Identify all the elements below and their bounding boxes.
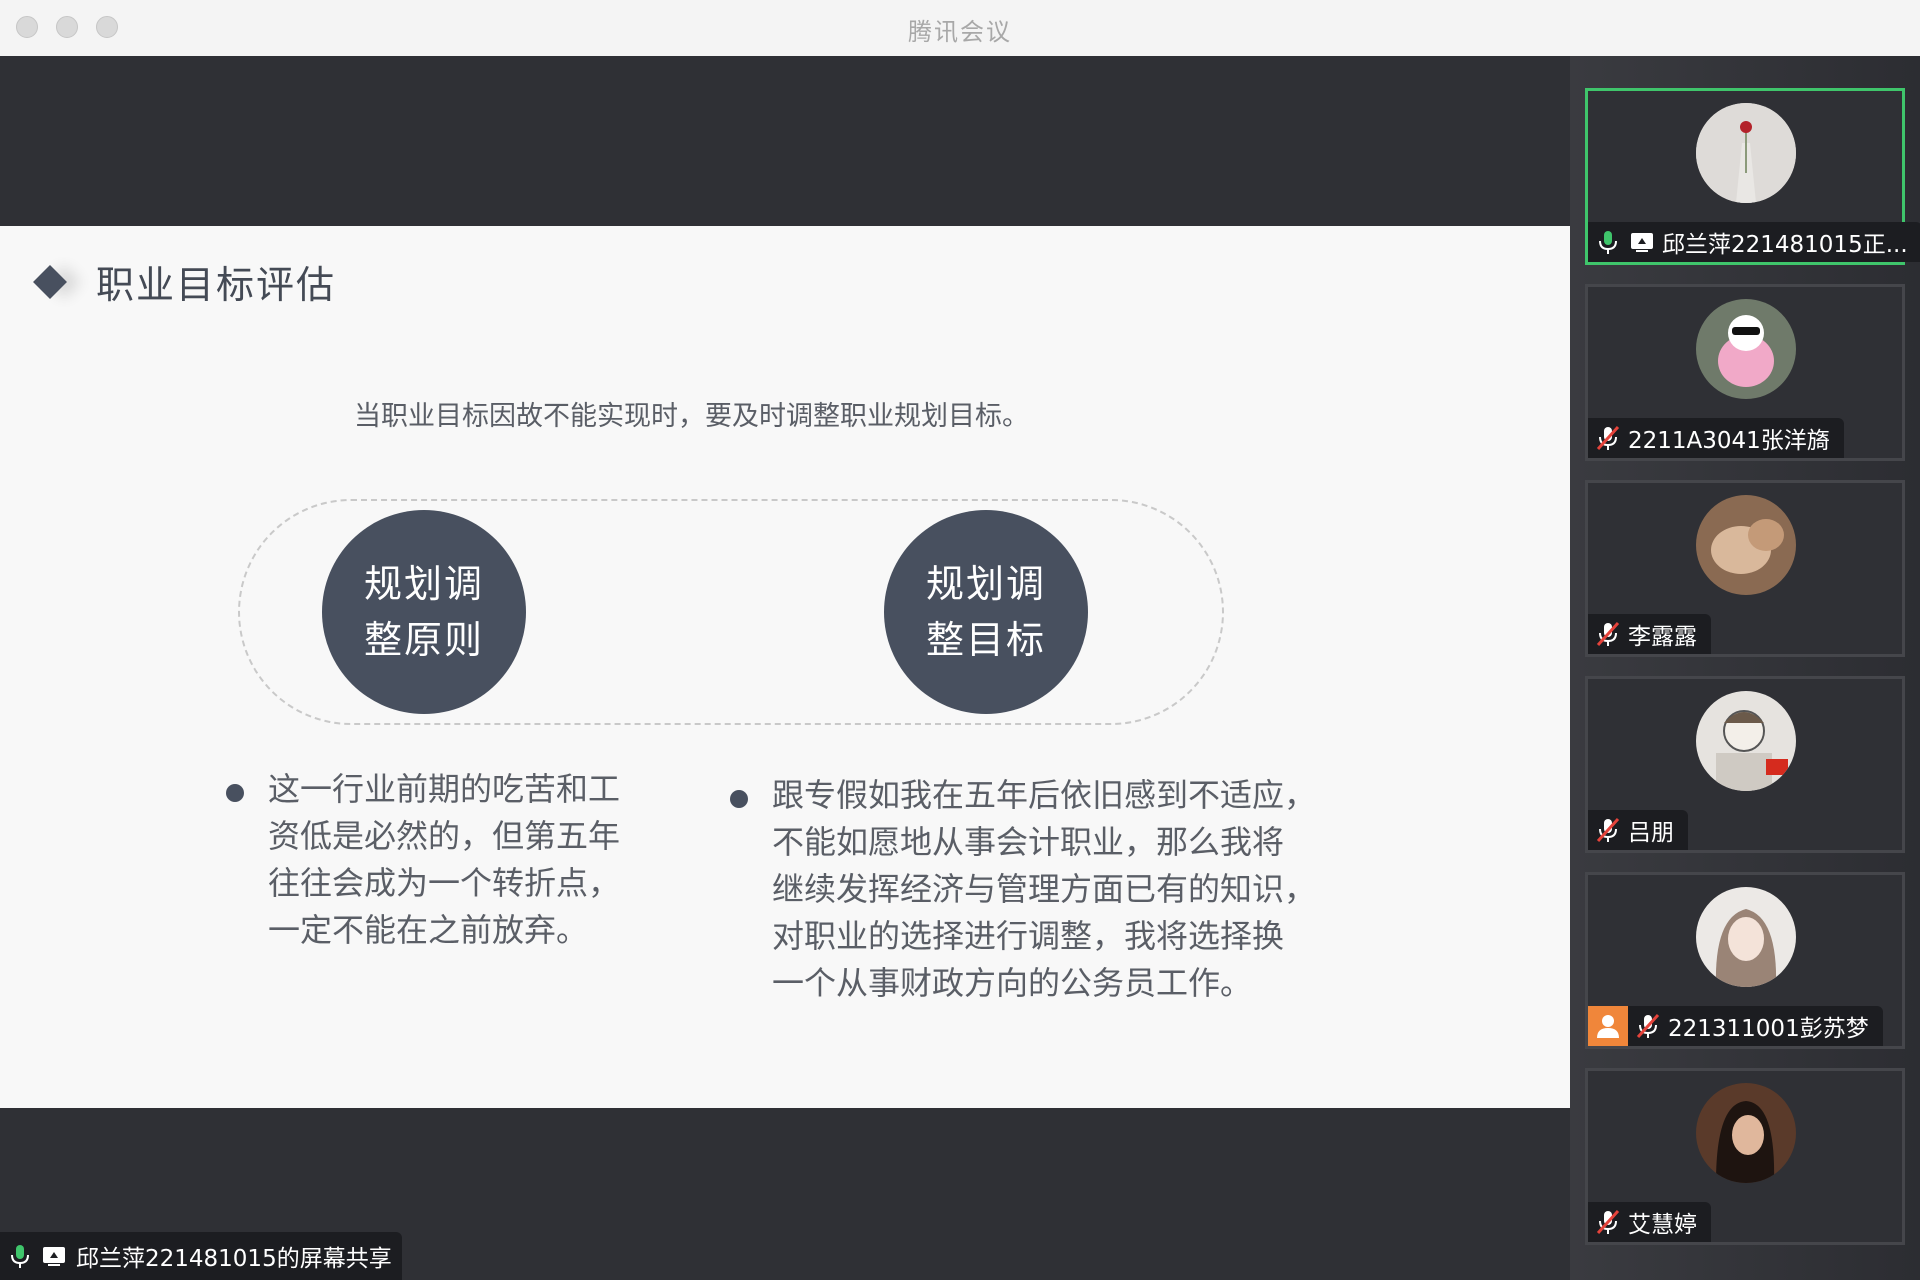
mic-muted-icon: [1596, 425, 1620, 451]
mic-on-icon: [1599, 231, 1617, 254]
participant-name: 邱兰萍221481015正...: [1662, 232, 1908, 258]
mic-muted-icon: [1596, 1209, 1620, 1235]
bullet-line: 往往会成为一个转折点，: [268, 864, 621, 902]
bullet-left: 这一行业前期的吃苦和工 资低是必然的，但第五年 往往会成为一个转折点， 一定不能…: [226, 766, 620, 954]
circle-label: 规划调整目标: [925, 562, 1046, 662]
avatar: [1696, 1083, 1796, 1183]
avatar: [1696, 887, 1796, 987]
window-title: 腾讯会议: [908, 18, 1012, 46]
mic-on-icon: [11, 1245, 29, 1268]
participant-name-bar: 李露露: [1588, 614, 1711, 654]
bullet-line: 资低是必然的，但第五年: [268, 817, 621, 855]
participant-tile[interactable]: 艾慧婷: [1585, 1068, 1905, 1245]
screen-share-icon: [1631, 233, 1653, 252]
participant-tile[interactable]: 221311001彭苏梦: [1585, 872, 1905, 1049]
window-titlebar: 腾讯会议: [0, 0, 1920, 57]
diamond-icon: [33, 264, 67, 299]
mic-muted-icon: [1596, 817, 1620, 843]
bullet-text: 这一行业前期的吃苦和工 资低是必然的，但第五年 往往会成为一个转折点， 一定不能…: [268, 766, 620, 954]
participant-name-bar: 吕朋: [1588, 810, 1688, 850]
bullet-line: 一个从事财政方向的公务员工作。: [772, 964, 1253, 1002]
participant-name: 吕朋: [1628, 820, 1674, 846]
screen-share-icon: [43, 1247, 65, 1266]
slide-title: 职业目标评估: [96, 263, 337, 307]
bullet-right: 跟专假如我在五年后依旧感到不适应， 不能如愿地从事会计职业，那么我将 继续发挥经…: [730, 772, 1316, 1007]
avatar: [1696, 495, 1796, 595]
participant-name: 李露露: [1628, 624, 1697, 650]
bullet-line: 一定不能在之前放弃。: [268, 911, 589, 949]
participant-tile[interactable]: 2211A3041张洋旖: [1585, 284, 1905, 461]
participant-name: 艾慧婷: [1628, 1212, 1697, 1238]
participant-name-bar: 221311001彭苏梦: [1588, 1006, 1883, 1046]
participant-tile[interactable]: 李露露: [1585, 480, 1905, 657]
bullet-dot: [730, 790, 748, 808]
screen-share-area: 职业目标评估 当职业目标因故不能实现时，要及时调整职业规划目标。 规划调整原则 …: [0, 56, 1570, 1280]
circle-label: 规划调整原则: [363, 562, 484, 662]
bullet-line: 继续发挥经济与管理方面已有的知识，: [772, 870, 1317, 908]
mic-muted-icon: [1636, 1013, 1660, 1039]
bullet-line: 跟专假如我在五年后依旧感到不适应，: [772, 776, 1317, 814]
bullet-text: 跟专假如我在五年后依旧感到不适应， 不能如愿地从事会计职业，那么我将 继续发挥经…: [772, 772, 1316, 1007]
slide-header: 职业目标评估: [32, 254, 336, 309]
screen-share-label: 邱兰萍221481015的屏幕共享: [0, 1232, 402, 1280]
participant-name: 2211A3041张洋旖: [1628, 428, 1830, 454]
avatar: [1696, 691, 1796, 791]
participant-tile[interactable]: 邱兰萍221481015正...: [1585, 88, 1920, 265]
participant-name-bar: 艾慧婷: [1588, 1202, 1711, 1242]
slide-subtitle: 当职业目标因故不能实现时，要及时调整职业规划目标。: [354, 401, 1029, 432]
bullet-line: 对职业的选择进行调整，我将选择换: [772, 917, 1285, 955]
shared-slide: 职业目标评估 当职业目标因故不能实现时，要及时调整职业规划目标。 规划调整原则 …: [0, 226, 1570, 1108]
participant-name-bar: 2211A3041张洋旖: [1588, 418, 1844, 458]
host-icon: [1588, 1006, 1628, 1046]
participant-tile[interactable]: 吕朋: [1585, 676, 1905, 853]
mic-muted-icon: [1596, 621, 1620, 647]
circle-adjust-principle: 规划调整原则: [322, 510, 526, 714]
bullet-line: 这一行业前期的吃苦和工: [268, 770, 621, 808]
bullet-dot: [226, 784, 244, 802]
participant-name: 221311001彭苏梦: [1668, 1016, 1869, 1042]
bullet-line: 不能如愿地从事会计职业，那么我将: [772, 823, 1285, 861]
avatar: [1696, 299, 1796, 399]
participants-sidebar[interactable]: 邱兰萍221481015正... 2211A3041张洋旖 李露露 吕朋 221…: [1570, 56, 1920, 1280]
participant-name-bar: 邱兰萍221481015正...: [1588, 222, 1920, 262]
avatar: [1696, 103, 1796, 203]
circle-adjust-goal: 规划调整目标: [884, 510, 1088, 714]
share-label-text: 邱兰萍221481015的屏幕共享: [76, 1246, 392, 1272]
